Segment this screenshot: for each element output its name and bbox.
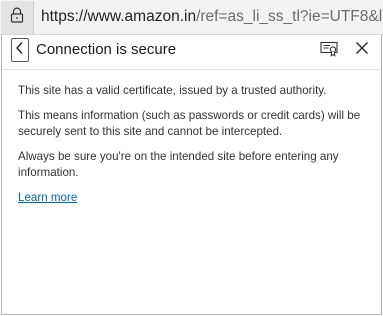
connection-info-popup: Connection is secure This site has a val… (1, 35, 382, 315)
popup-header: Connection is secure (2, 35, 381, 67)
popup-title: Connection is secure (36, 41, 177, 58)
url-path: /ref=as_li_ss_tl?ie=UTF8&linkCo (196, 8, 383, 25)
learn-more-link[interactable]: Learn more (18, 190, 77, 206)
view-certificate-button[interactable] (318, 41, 340, 61)
url-text[interactable]: https://www.amazon.in/ref=as_li_ss_tl?ie… (41, 8, 383, 26)
intended-site-warning-text: Always be sure you're on the intended si… (18, 150, 339, 179)
secure-transfer-text: This means information (such as password… (18, 109, 361, 138)
address-bar: https://www.amazon.in/ref=as_li_ss_tl?ie… (0, 0, 383, 35)
certificate-icon (320, 41, 338, 62)
certificate-valid-text: This site has a valid certificate, issue… (18, 84, 327, 97)
url-host: https://www.amazon.in (41, 8, 197, 25)
browser-window: https://www.amazon.in/ref=as_li_ss_tl?ie… (0, 0, 383, 316)
lock-icon (10, 7, 24, 28)
chevron-left-icon (15, 41, 25, 60)
back-button[interactable] (11, 38, 29, 62)
close-button[interactable] (352, 40, 372, 60)
close-icon (355, 41, 369, 60)
header-divider (2, 69, 381, 70)
site-info-button[interactable] (1, 1, 34, 34)
